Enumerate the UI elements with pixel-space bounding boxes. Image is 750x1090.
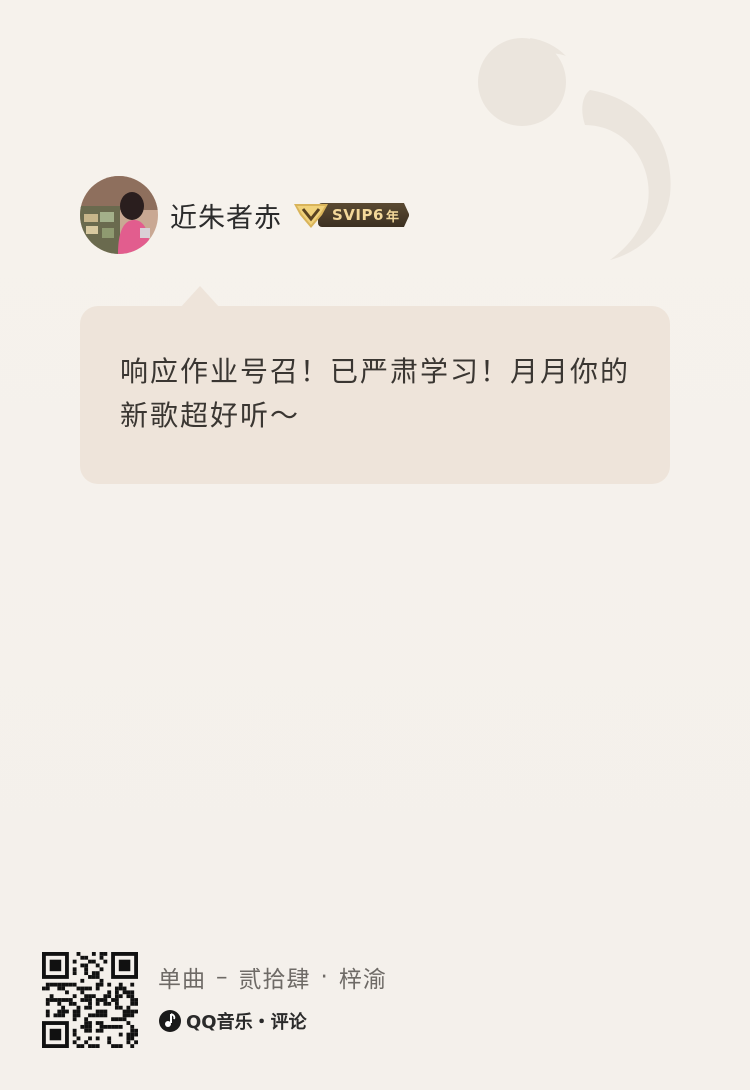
song-dash: – [216, 964, 229, 990]
comment-bubble: 响应作业号召！已严肃学习！月月你的新歌超好听～ [80, 306, 670, 484]
avatar[interactable] [80, 176, 158, 254]
song-artist: 梓渝 [338, 967, 387, 993]
comment-text: 响应作业号召！已严肃学习！月月你的新歌超好听～ [120, 355, 631, 432]
brand: QQ音乐・评论 [158, 1008, 387, 1034]
qr-code-icon[interactable] [42, 952, 138, 1048]
song-dot: · [320, 964, 329, 990]
comment-share-card: 近朱者赤 SVIP6 年 响应作业号召！已严肃学习！月月你的新歌超好听～ 单曲 … [0, 0, 750, 1090]
footer-info: 单曲 – 贰拾肆 · 梓渝 QQ音乐・评论 [158, 952, 387, 1034]
footer: 单曲 – 贰拾肆 · 梓渝 QQ音乐・评论 [42, 952, 387, 1048]
vip-year: 年 [385, 209, 400, 225]
user-header: 近朱者赤 SVIP6 年 [80, 176, 410, 254]
song-type: 单曲 [158, 967, 206, 993]
bubble-pointer [180, 286, 220, 308]
vip-diamond-icon [294, 204, 328, 228]
qq-music-logo-icon [159, 1010, 181, 1032]
song-title: 贰拾肆 [238, 967, 311, 993]
song-info[interactable]: 单曲 – 贰拾肆 · 梓渝 [158, 960, 387, 994]
vip-label: SVIP6 年 [318, 203, 410, 227]
avatar-photo-icon [80, 176, 158, 254]
username[interactable]: 近朱者赤 [170, 196, 282, 235]
brand-text: QQ音乐・评论 [186, 1012, 307, 1033]
vip-level: SVIP6 [332, 206, 384, 224]
vip-badge[interactable]: SVIP6 年 [292, 201, 410, 229]
quote-mark-icon [478, 38, 671, 260]
